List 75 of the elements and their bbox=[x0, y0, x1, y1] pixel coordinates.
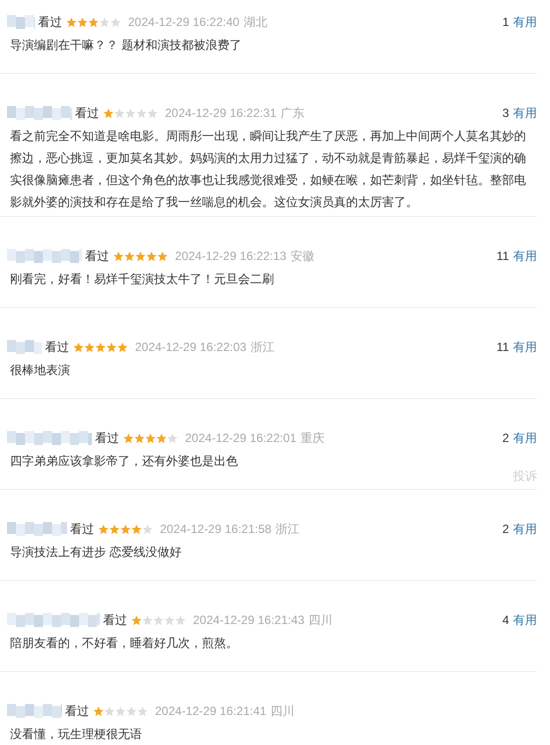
filled-star-icon bbox=[95, 342, 106, 352]
useful-link[interactable]: 有用 bbox=[513, 13, 537, 31]
comment-time: 2024-12-29 16:21:43 bbox=[193, 612, 304, 629]
watched-status: 看过 bbox=[103, 612, 127, 629]
comment-time: 2024-12-29 16:22:01 bbox=[185, 430, 296, 447]
watched-status: 看过 bbox=[75, 105, 99, 122]
location: 湖北 bbox=[243, 14, 268, 31]
blurred-username bbox=[7, 15, 35, 29]
blurred-username bbox=[7, 522, 67, 536]
comment-text: 导演技法上有进步 恋爱线没做好 bbox=[9, 544, 182, 561]
location: 广东 bbox=[280, 105, 304, 122]
filled-star-icon bbox=[84, 342, 95, 352]
filled-star-icon bbox=[120, 524, 131, 534]
useful-link[interactable]: 有用 bbox=[513, 247, 537, 265]
filled-star-icon bbox=[124, 250, 135, 262]
filled-star-icon bbox=[131, 524, 142, 534]
useful-link[interactable]: 有用 bbox=[513, 611, 537, 629]
useful-count: 11 bbox=[496, 248, 509, 265]
comment-time: 2024-12-29 16:22:40 bbox=[128, 14, 240, 31]
comment-text: 陪朋友看的，不好看，睡着好几次，煎熬。 bbox=[9, 635, 239, 652]
comment-text: 四字弟弟应该拿影帝了，还有外婆也是出色 bbox=[9, 453, 239, 470]
filled-star-icon bbox=[106, 342, 117, 352]
watched-status: 看过 bbox=[95, 430, 119, 447]
useful-count: 4 bbox=[502, 612, 509, 629]
watched-status: 看过 bbox=[65, 703, 89, 720]
location: 四川 bbox=[308, 612, 332, 629]
comment-text: 很棒地表演 bbox=[9, 362, 71, 379]
useful-link[interactable]: 有用 bbox=[513, 429, 537, 447]
comment-text: 刚看完，好看！易烊千玺演技太牛了！元旦会二刷 bbox=[9, 271, 275, 288]
filled-star-icon bbox=[135, 250, 146, 262]
useful-count: 2 bbox=[502, 521, 509, 538]
useful-count: 2 bbox=[502, 430, 509, 447]
filled-star-icon bbox=[77, 16, 88, 28]
useful-count: 3 bbox=[502, 105, 509, 122]
comment-text: 没看懂，玩生理梗很无语 bbox=[9, 726, 143, 743]
comment-time: 2024-12-29 16:22:13 bbox=[175, 248, 286, 265]
blurred-username bbox=[7, 106, 72, 120]
comment-time: 2024-12-29 16:22:03 bbox=[135, 339, 246, 356]
blurred-username bbox=[7, 340, 42, 354]
useful-count: 11 bbox=[496, 339, 509, 356]
watched-status: 看过 bbox=[70, 521, 94, 538]
filled-star-icon bbox=[88, 16, 99, 28]
comment-time: 2024-12-29 16:21:58 bbox=[160, 521, 272, 538]
comment-time: 2024-12-29 16:22:31 bbox=[165, 105, 276, 122]
filled-star-icon bbox=[98, 524, 109, 534]
location: 四川 bbox=[270, 703, 294, 720]
comment-text: 导演编剧在干嘛？？ 题材和演技都被浪费了 bbox=[9, 37, 242, 54]
filled-star-icon bbox=[109, 524, 120, 534]
filled-star-icon bbox=[113, 250, 124, 262]
useful-link[interactable]: 有用 bbox=[513, 520, 537, 538]
location: 重庆 bbox=[300, 430, 324, 447]
watched-status: 看过 bbox=[85, 248, 109, 265]
location: 浙江 bbox=[250, 339, 274, 356]
location: 浙江 bbox=[275, 521, 300, 538]
useful-count: 1 bbox=[502, 14, 509, 31]
filled-star-icon bbox=[131, 614, 142, 626]
filled-star-icon bbox=[93, 706, 104, 716]
comment-text: 看之前完全不知道是啥电影。周雨彤一出现，瞬间让我产生了厌恶，再加上中间两个人莫名其妙的擦边，恶心挑逗，更加莫名其妙。妈妈演的太用力过猛了，动不动就是青筋暴起，易烊千玺演的确实很像脑瘫患者，但这个角色的故事也让我感觉很难受，如鲠在喉，如芒刺背，如坐针毡。整部电影就外婆的演技和存在是给了我一丝喘息的机会。这位女演员真的太厉害了。 bbox=[9, 128, 527, 211]
watched-status: 看过 bbox=[38, 14, 62, 31]
blurred-username bbox=[7, 704, 62, 718]
filled-star-icon bbox=[123, 432, 134, 444]
filled-star-icon bbox=[146, 250, 157, 262]
filled-star-icon bbox=[134, 432, 145, 444]
filled-star-icon bbox=[117, 342, 128, 352]
filled-star-icon bbox=[73, 342, 84, 352]
filled-star-icon bbox=[103, 108, 114, 118]
filled-star-icon bbox=[66, 16, 77, 28]
watched-status: 看过 bbox=[45, 339, 69, 356]
filled-star-icon bbox=[145, 432, 156, 444]
filled-star-icon bbox=[156, 432, 167, 444]
location: 安徽 bbox=[290, 248, 314, 265]
comment-time: 2024-12-29 16:21:41 bbox=[155, 703, 266, 720]
useful-link[interactable]: 有用 bbox=[513, 338, 537, 356]
filled-star-icon bbox=[157, 250, 168, 262]
useful-link[interactable]: 有用 bbox=[513, 104, 537, 122]
